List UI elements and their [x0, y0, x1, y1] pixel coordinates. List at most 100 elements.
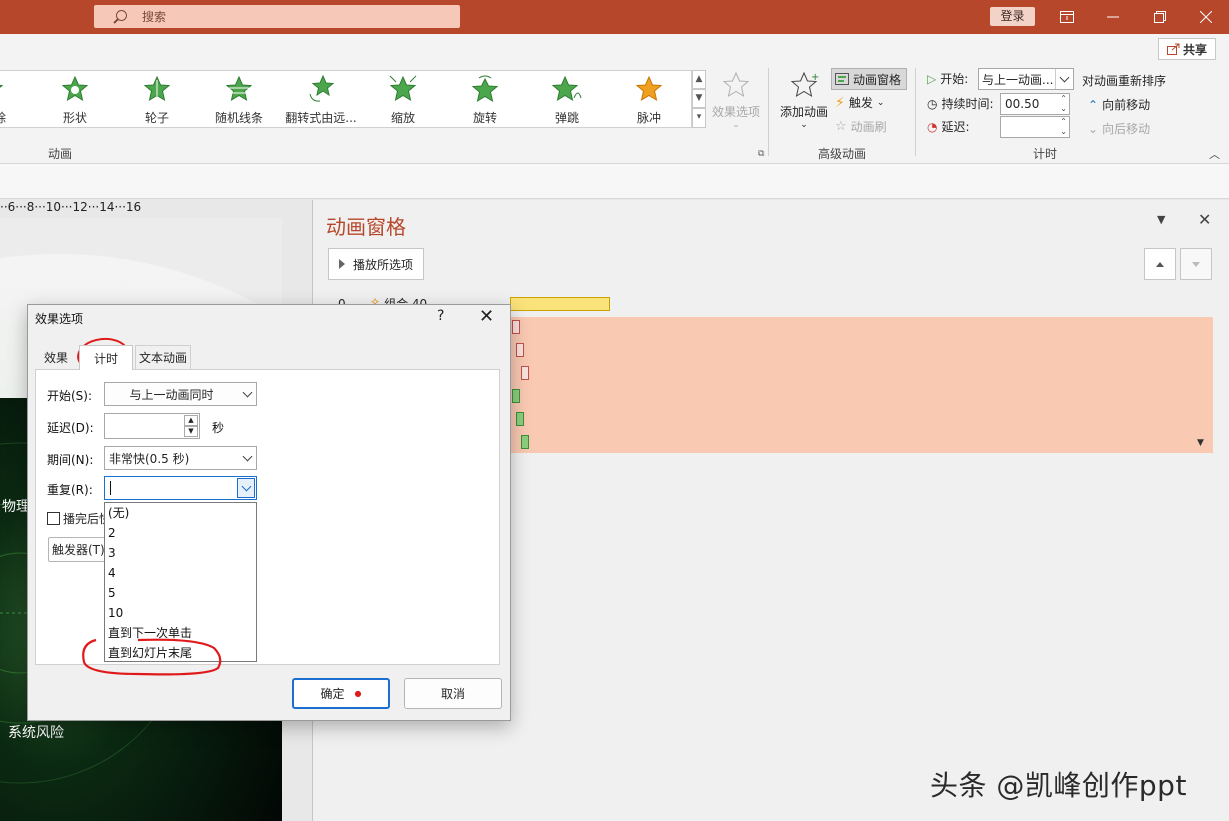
search-input[interactable]: 搜索 — [94, 5, 460, 28]
ruler: ··6···8···10···12···14···16 — [0, 200, 282, 218]
start-select-value: 与上一动画... — [982, 72, 1054, 87]
effect-options-button[interactable]: 效果选项 ⌄ — [708, 70, 764, 130]
start-select[interactable]: 与上一动画... — [978, 68, 1074, 90]
repeat-combo[interactable] — [104, 476, 257, 500]
dialog-launcher-icon[interactable]: ⧉ — [758, 149, 764, 159]
share-button[interactable]: 共享 — [1158, 38, 1216, 60]
effect-options-label: 效果选项 — [711, 105, 760, 119]
timeline-bar[interactable] — [516, 412, 524, 426]
chevron-down-icon[interactable] — [237, 478, 255, 498]
timeline-bar[interactable] — [512, 320, 520, 334]
gallery-item-wipe[interactable]: 除 — [0, 74, 10, 124]
ok-button[interactable]: 确定 ● — [292, 678, 390, 709]
gallery-scroll-up[interactable]: ▲ — [692, 70, 706, 89]
dropdown-option[interactable]: 10 — [105, 603, 256, 623]
slide-text-risk: 系统风险 — [8, 725, 64, 741]
arrow-down-icon: ⌄ — [1088, 121, 1099, 136]
pane-close-icon[interactable]: ✕ — [1198, 210, 1211, 229]
delay-input[interactable]: ▲ ▼ — [104, 413, 200, 439]
gallery-expand[interactable]: ▾ — [692, 108, 706, 128]
login-button[interactable]: 登录 — [990, 7, 1035, 26]
play-icon — [339, 259, 345, 269]
move-up-button[interactable] — [1144, 248, 1176, 280]
timeline-bar[interactable] — [516, 343, 524, 357]
ribbon-display-options-icon[interactable] — [1044, 0, 1090, 34]
dialog-close-icon[interactable]: ✕ — [479, 306, 494, 327]
spin-down-icon[interactable]: ▼ — [184, 426, 198, 437]
delay-clock-icon: ◔ — [927, 119, 938, 134]
dropdown-option[interactable]: (无) — [105, 503, 256, 523]
lightning-icon: ⚡ — [835, 94, 845, 111]
tab-effect[interactable]: 效果 — [35, 345, 77, 369]
animation-painter-label: 动画刷 — [850, 120, 887, 134]
duration-value: 00.50 — [1005, 97, 1040, 111]
stepper-arrows-icon[interactable]: ⌃ ⌄ — [1060, 94, 1067, 114]
minimize-icon[interactable] — [1090, 0, 1136, 34]
triggers-button[interactable]: 触发器(T) — [48, 537, 106, 562]
move-down-button[interactable] — [1180, 248, 1212, 280]
timeline-bar[interactable] — [521, 435, 529, 449]
start-combo-value: 与上一动画同时 — [129, 387, 214, 402]
play-selected-button[interactable]: 播放所选项 — [328, 248, 424, 280]
collapse-ribbon-icon[interactable]: ︿ — [1209, 146, 1220, 162]
checkbox-box[interactable] — [47, 512, 60, 525]
dropdown-option[interactable]: 5 — [105, 583, 256, 603]
duration-stepper[interactable]: 00.50 ⌃ ⌄ — [1000, 93, 1070, 115]
star-icon — [551, 75, 582, 102]
cancel-button[interactable]: 取消 — [404, 678, 502, 709]
add-animation-button[interactable]: + 添加动画 ⌄ — [778, 70, 830, 130]
help-button[interactable]: ? — [437, 308, 444, 324]
animation-painter-button[interactable]: ☆ 动画刷 — [835, 118, 887, 135]
gallery-item-zoom[interactable]: 缩放 — [363, 74, 443, 125]
text-cursor — [110, 481, 111, 495]
stepper-arrows-icon[interactable]: ⌃ ⌄ — [1060, 117, 1067, 137]
rewind-checkbox[interactable]: 播完后快 — [47, 510, 111, 527]
reorder-title: 对动画重新排序 — [1082, 74, 1167, 88]
gallery-item-bounce[interactable]: 弹跳 — [527, 74, 607, 125]
chevron-down-icon[interactable] — [238, 447, 256, 469]
tab-text-animation[interactable]: 文本动画 — [135, 345, 191, 369]
triangle-down-icon — [1192, 262, 1200, 267]
trigger-button[interactable]: ⚡ 触发 ⌄ — [835, 94, 884, 111]
dropdown-option[interactable]: 3 — [105, 543, 256, 563]
dropdown-option[interactable]: 2 — [105, 523, 256, 543]
gallery-scroll-down[interactable]: ▼ — [692, 89, 706, 108]
chevron-down-icon[interactable] — [238, 383, 256, 405]
move-earlier-button[interactable]: ⌃ 向前移动 — [1088, 96, 1150, 113]
delay-label: ◔ 延迟: — [927, 119, 970, 135]
gallery-item-pulse[interactable]: 脉冲 — [609, 74, 689, 125]
selected-rows[interactable] — [505, 317, 1213, 453]
timeline-bar[interactable] — [521, 366, 529, 380]
arrow-up-icon: ⌃ — [1088, 97, 1099, 112]
effect-options-star-icon — [722, 71, 750, 98]
start-combo[interactable]: 与上一动画同时 — [104, 382, 257, 406]
close-window-icon[interactable] — [1183, 0, 1229, 34]
row-dropdown-icon[interactable]: ▼ — [1197, 438, 1204, 448]
gallery-item-shape[interactable]: 形状 — [35, 74, 115, 125]
duration-combo[interactable]: 非常快(0.5 秒) — [104, 446, 257, 470]
star-icon — [389, 75, 417, 102]
restore-icon[interactable] — [1137, 0, 1183, 34]
gallery-item-spin[interactable]: 旋转 — [445, 74, 525, 125]
gallery-item-grow-turn[interactable]: 翻转式由远... — [281, 74, 361, 125]
move-later-button[interactable]: ⌄ 向后移动 — [1088, 120, 1150, 137]
gallery-item-random-bars[interactable]: 随机线条 — [199, 74, 279, 125]
pane-options-icon[interactable]: ▼ — [1157, 213, 1165, 226]
gallery-item-label: 随机线条 — [214, 111, 263, 125]
group-label-animation: 动画 — [47, 147, 72, 161]
spin-up-icon[interactable]: ▲ — [184, 415, 198, 426]
ribbon-separator — [915, 68, 916, 156]
group-label-advanced: 高级动画 — [817, 147, 866, 161]
star-icon — [225, 75, 253, 102]
gallery-item-wheel[interactable]: 轮子 — [117, 74, 197, 125]
gallery-item-label: 除 — [0, 109, 10, 124]
timeline-bar[interactable] — [510, 297, 610, 311]
animation-pane-button[interactable]: 动画窗格 — [831, 68, 907, 90]
chevron-down-icon[interactable] — [1055, 69, 1073, 89]
dropdown-option[interactable]: 4 — [105, 563, 256, 583]
timeline-bar[interactable] — [512, 389, 520, 403]
add-animation-star-icon: + — [790, 71, 819, 98]
star-icon — [309, 74, 335, 102]
tab-timing[interactable]: 计时 — [79, 345, 133, 370]
delay-stepper[interactable]: ⌃ ⌄ — [1000, 116, 1070, 138]
